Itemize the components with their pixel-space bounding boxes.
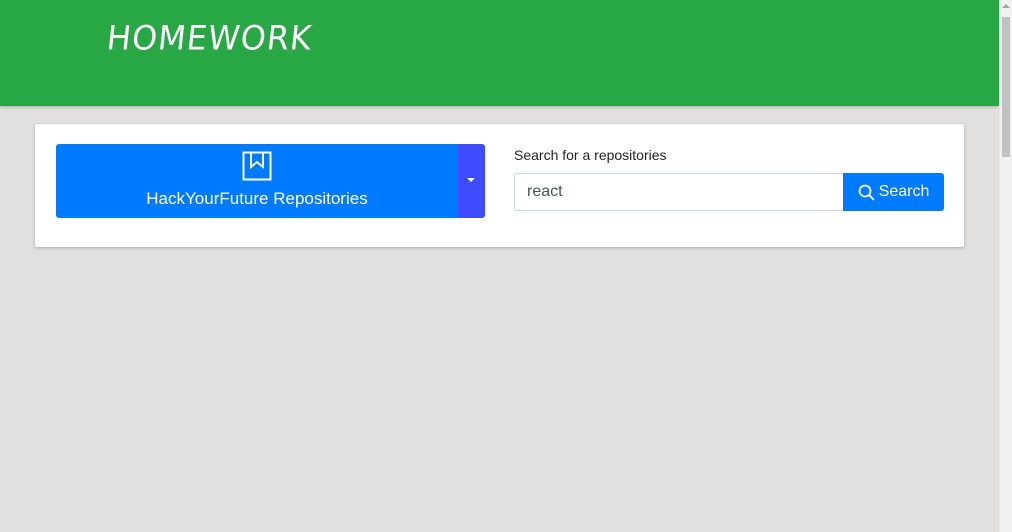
- search-label: Search for a repositories: [514, 147, 667, 163]
- search-icon: [858, 184, 875, 200]
- page-viewport: HOMEWORK HackYourFuture Repositories Sea…: [0, 0, 999, 532]
- search-button-label: Search: [878, 183, 930, 200]
- repo-dropdown-toggle[interactable]: [458, 144, 485, 218]
- scroll-up-arrow-icon[interactable]: [1002, 4, 1010, 8]
- bookmark-book-icon: [242, 151, 272, 181]
- repo-selector-dropdown[interactable]: HackYourFuture Repositories: [56, 144, 485, 218]
- search-group: Search: [514, 173, 944, 211]
- repo-selector-button[interactable]: HackYourFuture Repositories: [56, 144, 458, 218]
- app-header: HOMEWORK: [0, 0, 999, 106]
- search-input[interactable]: [514, 173, 843, 211]
- vertical-scrollbar[interactable]: [999, 0, 1012, 532]
- repo-selector-label: HackYourFuture Repositories: [146, 189, 368, 208]
- controls-card: HackYourFuture Repositories Search for a…: [35, 124, 964, 247]
- caret-down-icon: [467, 178, 475, 182]
- search-button[interactable]: Search: [843, 173, 944, 211]
- scrollbar-thumb[interactable]: [1002, 17, 1010, 157]
- app-title: HOMEWORK: [104, 18, 315, 58]
